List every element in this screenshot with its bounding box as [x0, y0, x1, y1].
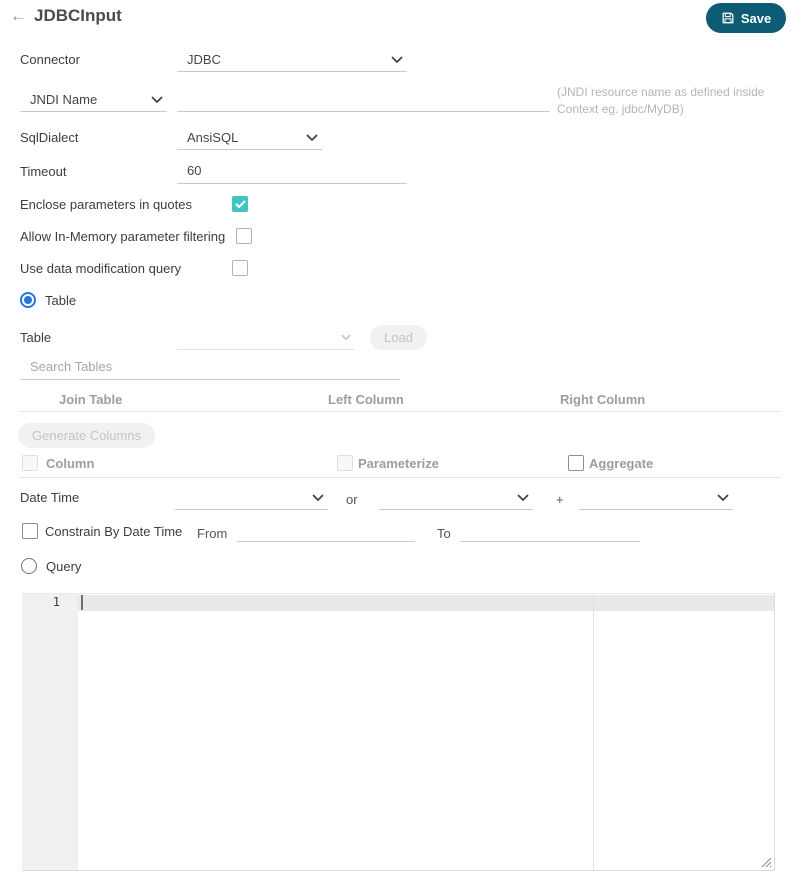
- chevron-down-icon: [306, 134, 318, 142]
- to-label: To: [437, 526, 451, 541]
- query-radio[interactable]: [21, 558, 37, 574]
- column-label: Column: [46, 455, 95, 471]
- column-checkbox-row: Column: [22, 455, 94, 471]
- timeout-label: Timeout: [20, 164, 67, 179]
- constrain-label: Constrain By Date Time: [45, 523, 183, 539]
- save-button-label: Save: [740, 10, 772, 26]
- floppy-disk-icon: [721, 11, 735, 25]
- constrain-row: Constrain By Date Time: [22, 523, 182, 539]
- timeout-input[interactable]: [177, 160, 407, 184]
- table-field-label: Table: [20, 330, 52, 345]
- load-button: Load: [370, 325, 427, 350]
- chevron-down-icon: [391, 56, 403, 64]
- sql-dialect-label: SqlDialect: [20, 130, 79, 145]
- resize-handle-icon[interactable]: [759, 855, 772, 868]
- jndi-hint-text: (JNDI resource name as defined inside Co…: [557, 85, 765, 117]
- chevron-down-icon: [717, 494, 729, 502]
- or-label: or: [346, 492, 358, 507]
- join-table-header: Join Table: [59, 392, 123, 407]
- line-number: 1: [52, 595, 60, 609]
- table-radio[interactable]: [20, 292, 36, 308]
- connector-value: JDBC: [187, 52, 221, 67]
- datetime-label: Date Time: [20, 490, 80, 505]
- editor-line-number-gutter: 1: [22, 594, 78, 870]
- chevron-down-icon: [517, 494, 529, 502]
- in-memory-filtering-row: Allow In-Memory parameter filtering: [20, 228, 252, 244]
- back-icon[interactable]: ←: [10, 6, 27, 26]
- generate-columns-button: Generate Columns: [18, 423, 156, 448]
- save-button[interactable]: Save: [706, 3, 786, 33]
- column-checkbox: [22, 455, 38, 471]
- chevron-down-icon: [151, 96, 163, 104]
- page-title: JDBCInput: [34, 6, 122, 25]
- search-tables-input[interactable]: [20, 356, 400, 380]
- jndi-name-input[interactable]: [177, 88, 550, 112]
- datetime-dropdown-2[interactable]: [379, 486, 533, 510]
- sql-dialect-dropdown[interactable]: AnsiSQL: [177, 126, 322, 150]
- chevron-down-icon: [312, 494, 324, 502]
- editor-text-area[interactable]: [78, 594, 774, 870]
- table-radio-label: Table: [45, 292, 77, 308]
- aggregate-checkbox-row: Aggregate: [568, 455, 653, 471]
- aggregate-checkbox[interactable]: [568, 455, 584, 471]
- connector-dropdown[interactable]: JDBC: [177, 48, 407, 72]
- right-column-header: Right Column: [560, 392, 646, 407]
- jndi-selector-value: JNDI Name: [30, 92, 98, 107]
- chevron-down-icon: [341, 334, 351, 341]
- datetime-dropdown-3[interactable]: [579, 486, 733, 510]
- from-input[interactable]: [237, 518, 415, 542]
- to-input[interactable]: [460, 518, 640, 542]
- constrain-checkbox[interactable]: [22, 523, 38, 539]
- query-editor: 1: [22, 593, 775, 871]
- table-radio-row: Table: [20, 292, 76, 308]
- parameterize-label: Parameterize: [358, 455, 439, 471]
- jdbc-input-page: ← JDBCInput Save Connector JDBC JNDI Nam…: [0, 0, 794, 879]
- plus-label: +: [556, 492, 564, 507]
- datetime-dropdown-1[interactable]: [175, 486, 328, 510]
- query-radio-row: Query: [21, 558, 81, 574]
- aggregate-label: Aggregate: [589, 455, 654, 471]
- parameterize-checkbox: [337, 455, 353, 471]
- check-icon: [235, 200, 245, 208]
- data-modification-row: Use data modification query: [20, 260, 248, 276]
- connector-label: Connector: [20, 52, 80, 67]
- data-modification-checkbox[interactable]: [232, 260, 248, 276]
- query-radio-label: Query: [46, 558, 82, 574]
- parameterize-checkbox-row: Parameterize: [337, 455, 439, 471]
- sql-dialect-value: AnsiSQL: [187, 130, 239, 145]
- enclose-quotes-row: Enclose parameters in quotes: [20, 196, 248, 212]
- table-dropdown: [177, 326, 355, 350]
- in-memory-filtering-checkbox[interactable]: [236, 228, 252, 244]
- divider: [20, 477, 780, 478]
- left-column-header: Left Column: [328, 392, 404, 407]
- divider: [20, 411, 780, 412]
- jndi-name-selector[interactable]: JNDI Name: [20, 88, 167, 112]
- from-label: From: [197, 526, 228, 541]
- enclose-quotes-checkbox[interactable]: [232, 196, 248, 212]
